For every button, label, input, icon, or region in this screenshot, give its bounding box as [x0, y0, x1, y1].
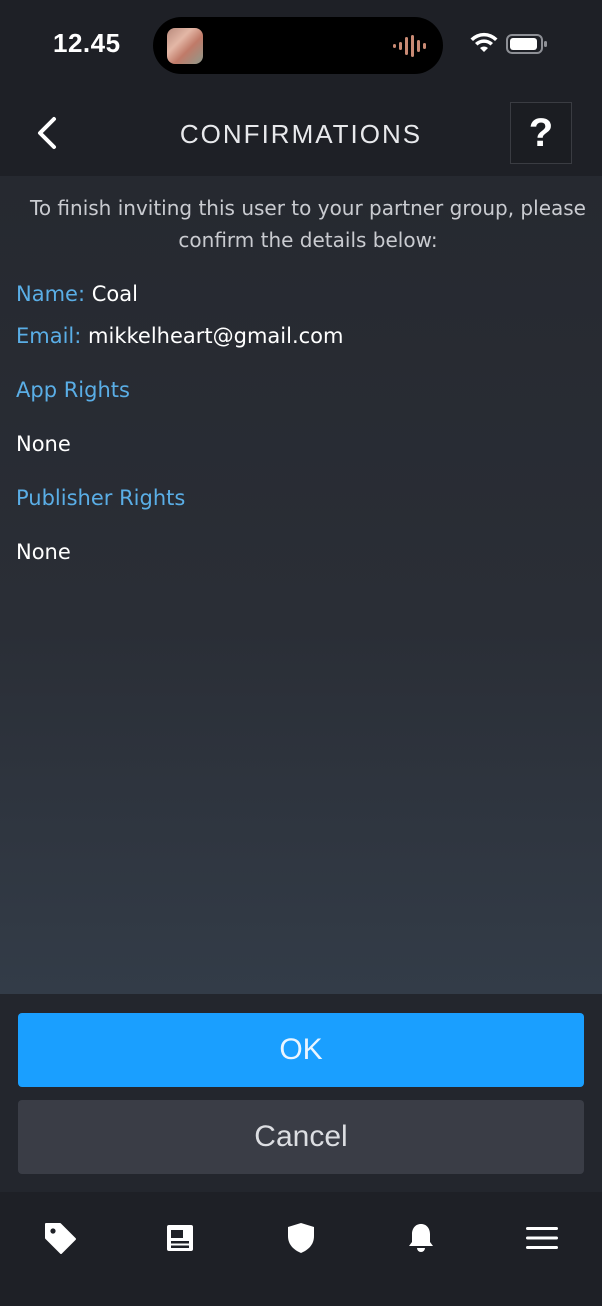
help-button[interactable]: ?	[510, 102, 572, 164]
wifi-icon	[470, 32, 498, 52]
cancel-button[interactable]: Cancel	[18, 1100, 584, 1174]
status-bar: 12.45	[0, 0, 602, 92]
news-icon	[167, 1225, 193, 1251]
ok-button[interactable]: OK	[18, 1013, 584, 1087]
email-value: mikkelheart@gmail.com	[88, 324, 344, 348]
app-rights-value: None	[16, 432, 71, 456]
nav-bar: CONFIRMATIONS ?	[0, 92, 602, 176]
name-row: Name: Coal	[16, 282, 138, 306]
name-label: Name:	[16, 282, 86, 306]
tab-menu[interactable]	[512, 1216, 572, 1260]
tab-news[interactable]	[150, 1216, 210, 1260]
tab-guard[interactable]	[271, 1216, 331, 1260]
publisher-rights-value: None	[16, 540, 71, 564]
menu-icon	[526, 1227, 558, 1249]
publisher-rights-heading: Publisher Rights	[16, 486, 186, 510]
tab-notifications[interactable]	[391, 1216, 451, 1260]
intro-text: To finish inviting this user to your par…	[30, 196, 586, 252]
shield-icon	[288, 1223, 314, 1253]
app-rights-heading: App Rights	[16, 378, 130, 402]
email-label: Email:	[16, 324, 82, 348]
tab-bar	[0, 1192, 602, 1306]
status-time: 12.45	[53, 28, 121, 58]
action-area: OK Cancel	[0, 994, 602, 1192]
audio-waveform-icon	[393, 35, 426, 57]
confirmation-content: To finish inviting this user to your par…	[0, 176, 602, 994]
now-playing-artwork	[167, 28, 203, 64]
app-screen: 12.45 CONFIRMATIONS ? To finish inviting…	[0, 0, 602, 1306]
tag-icon	[45, 1223, 76, 1254]
email-row: Email: mikkelheart@gmail.com	[16, 324, 343, 348]
dynamic-island[interactable]	[153, 17, 443, 74]
bell-icon	[409, 1224, 433, 1252]
tab-store[interactable]	[30, 1216, 90, 1260]
battery-icon	[506, 34, 547, 54]
name-value: Coal	[91, 282, 138, 306]
